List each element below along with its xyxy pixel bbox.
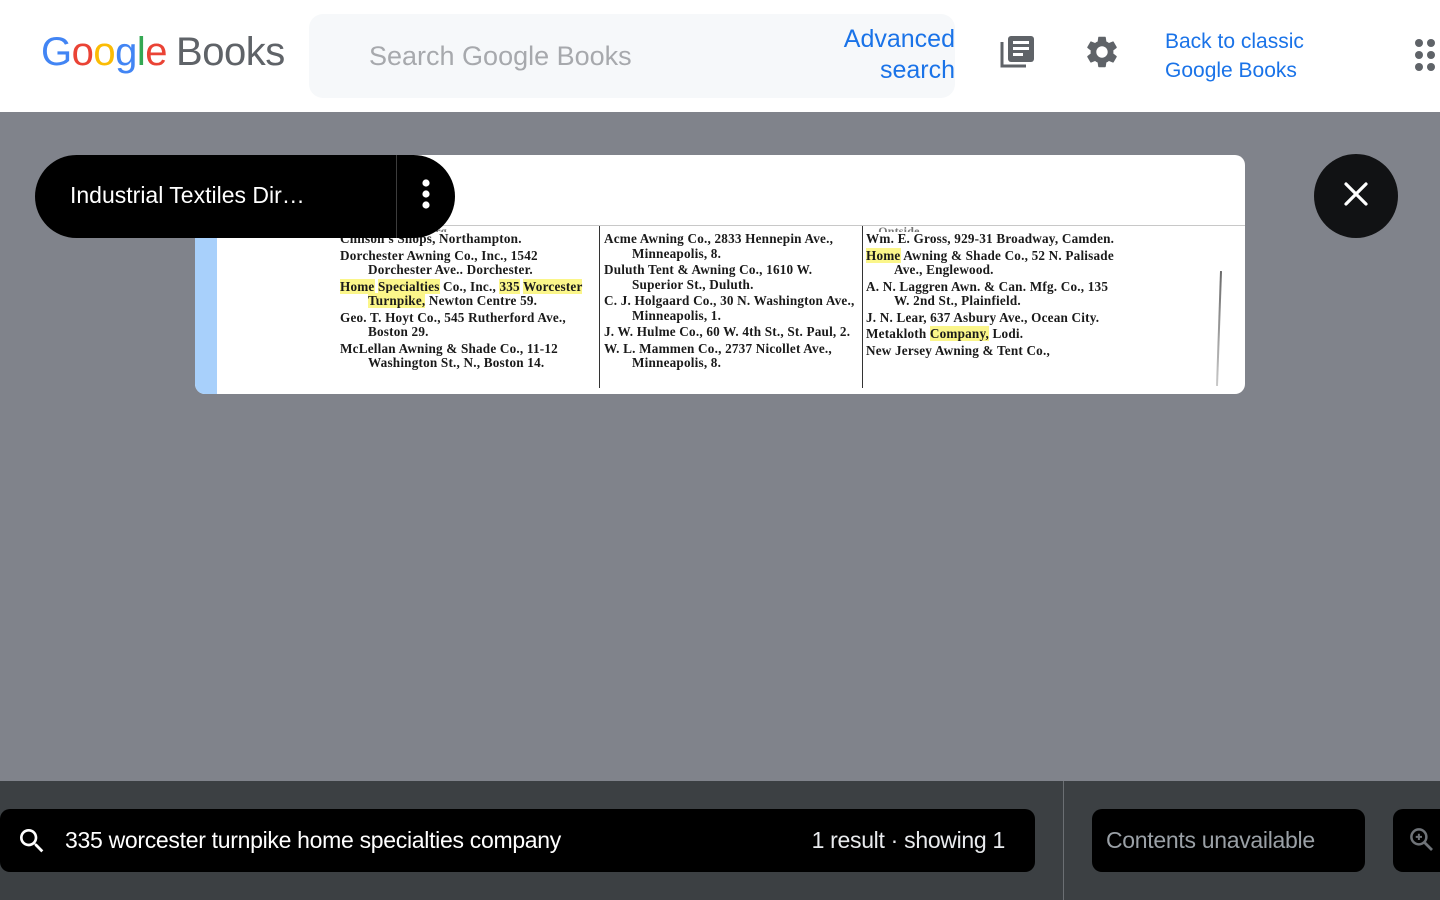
directory-entry: Metakloth Company, Lodi. <box>866 326 1126 342</box>
search-highlight: Home <box>866 247 901 263</box>
google-apps-button[interactable] <box>1414 38 1440 74</box>
bottom-toolbar: 335 worcester turnpike home specialties … <box>0 781 1440 900</box>
directory-entry: Acme Awning Co., 2833 Hennepin Ave., Min… <box>604 231 859 261</box>
entry-text: Awning & Shade Co., 52 N. Palisade Ave.,… <box>894 247 1114 277</box>
entry-text: J. N. Lear, 637 Asbury Ave., Ocean City. <box>866 309 1100 325</box>
zoom-in-button[interactable] <box>1393 809 1440 872</box>
entry-text: Geo. T. Hoyt Co., 545 Rutherford Ave., B… <box>340 309 566 339</box>
logo-letter: o <box>71 30 94 74</box>
entry-text: Dorchester Awning Co., Inc., 1542 Dorche… <box>340 247 538 277</box>
page-column: …Ontside.Wm. E. Gross, 929-31 Broadway, … <box>866 226 1126 360</box>
back-to-classic-line2: Google Books <box>1165 59 1297 82</box>
entry-text: Metakloth <box>866 326 930 341</box>
entry-text: Lodi. <box>989 326 1024 341</box>
search-bar: Advanced search <box>309 14 955 98</box>
book-title[interactable]: Industrial Textiles Dir… <box>70 182 360 209</box>
gear-icon <box>1083 33 1121 76</box>
advanced-search-label-line1: Advanced <box>843 25 955 53</box>
search-highlight: Turnpike, <box>368 293 426 308</box>
directory-entry: Home Specialties Co., Inc., 335 Worceste… <box>340 278 595 309</box>
advanced-search-link[interactable]: Advanced search <box>844 24 955 86</box>
entry-text: Newton Centre 59. <box>425 293 538 308</box>
settings-button[interactable] <box>1082 34 1122 74</box>
logo-letter: o <box>93 30 116 74</box>
scan-artifact <box>1215 271 1223 386</box>
logo-letter: l <box>136 30 146 74</box>
toolbar-divider <box>1063 781 1064 900</box>
directory-entry: C. J. Holgaard Co., 30 N. Washington Ave… <box>604 293 859 323</box>
column-rule <box>862 226 863 388</box>
search-highlight: Home <box>340 278 375 294</box>
apps-grid-icon <box>1414 39 1440 78</box>
logo-product-name: Books <box>176 30 285 74</box>
back-to-classic-link[interactable]: Back to classic Google Books <box>1165 27 1304 85</box>
entry-text: McLellan Awning & Shade Co., 11-12 Washi… <box>340 340 558 370</box>
directory-entry: Duluth Tent & Awning Co., 1610 W. Superi… <box>604 262 859 292</box>
search-highlight: Specialties <box>378 278 440 294</box>
scanned-page-content: …thorne, Fitchburg.Chilson's Shops, Nort… <box>217 226 1245 394</box>
logo-letter: g <box>115 30 137 74</box>
page-column: …thorne, Fitchburg.Chilson's Shops, Nort… <box>340 226 595 373</box>
entry-text: Co., Inc., <box>439 278 500 294</box>
zoom-in-icon <box>1407 825 1437 860</box>
contents-button[interactable]: Contents unavailable <box>1092 809 1365 872</box>
search-icon[interactable] <box>16 825 48 862</box>
directory-entry: J. W. Hulme Co., 60 W. 4th St., St. Paul… <box>604 324 859 340</box>
search-highlight: 335 <box>499 278 520 294</box>
close-icon <box>1343 181 1369 212</box>
book-title-pill: Industrial Textiles Dir… <box>35 155 455 238</box>
close-viewer-button[interactable] <box>1314 154 1398 238</box>
directory-entry: Home Awning & Shade Co., 52 N. Palisade … <box>866 247 1126 278</box>
in-book-search-box[interactable]: 335 worcester turnpike home specialties … <box>0 809 1035 872</box>
entry-text: J. W. Hulme Co., 60 W. 4th St., St. Paul… <box>604 324 851 339</box>
entry-text: Acme Awning Co., 2833 Hennepin Ave., Min… <box>604 231 834 261</box>
entry-text: W. L. Mammen Co., 2737 Nicollet Ave., Mi… <box>604 340 832 370</box>
top-header: Google Books Advanced search Back t <box>0 0 1440 112</box>
directory-entry: Wm. E. Gross, 929-31 Broadway, Camden. <box>866 231 1126 247</box>
advanced-search-label-line2: search <box>879 56 955 84</box>
directory-entry: W. L. Mammen Co., 2737 Nicollet Ave., Mi… <box>604 340 859 371</box>
result-count: 1 result · showing 1 <box>811 827 1006 853</box>
entry-text: Wm. E. Gross, 929-31 Broadway, Camden. <box>866 231 1115 246</box>
column-rule <box>599 226 600 388</box>
more-options-button[interactable] <box>397 155 455 238</box>
search-highlight: Company, <box>929 326 990 341</box>
entry-text: Duluth Tent & Awning Co., 1610 W. Superi… <box>604 262 813 292</box>
logo-letter: e <box>145 30 168 74</box>
directory-entry: McLellan Awning & Shade Co., 11-12 Washi… <box>340 340 595 371</box>
directory-entry: Geo. T. Hoyt Co., 545 Rutherford Ave., B… <box>340 309 595 340</box>
search-highlight: Worcester <box>523 278 583 294</box>
google-books-logo[interactable]: Google Books <box>41 30 285 75</box>
page-edge-strip <box>195 225 217 394</box>
directory-entry: A. N. Laggren Awn. & Can. Mfg. Co., 135 … <box>866 278 1126 309</box>
entry-text: A. N. Laggren Awn. & Can. Mfg. Co., 135 … <box>866 278 1109 308</box>
my-library-icon <box>998 32 1038 77</box>
my-library-button[interactable] <box>998 34 1038 74</box>
directory-entry: New Jersey Awning & Tent Co., <box>866 342 1126 359</box>
directory-entry: Dorchester Awning Co., Inc., 1542 Dorche… <box>340 247 595 278</box>
search-query-text[interactable]: 335 worcester turnpike home specialties … <box>65 827 561 854</box>
directory-entry: J. N. Lear, 637 Asbury Ave., Ocean City. <box>866 309 1126 326</box>
entry-text: New Jersey Awning & Tent Co., <box>866 342 1050 358</box>
entry-text: C. J. Holgaard Co., 30 N. Washington Ave… <box>604 293 855 323</box>
back-to-classic-line1: Back to classic <box>1165 30 1304 53</box>
more-vert-icon <box>421 178 431 215</box>
search-input[interactable] <box>369 38 809 74</box>
page-column: Acme Awning Co., 2833 Hennepin Ave., Min… <box>604 226 859 373</box>
logo-letter: G <box>41 30 72 74</box>
